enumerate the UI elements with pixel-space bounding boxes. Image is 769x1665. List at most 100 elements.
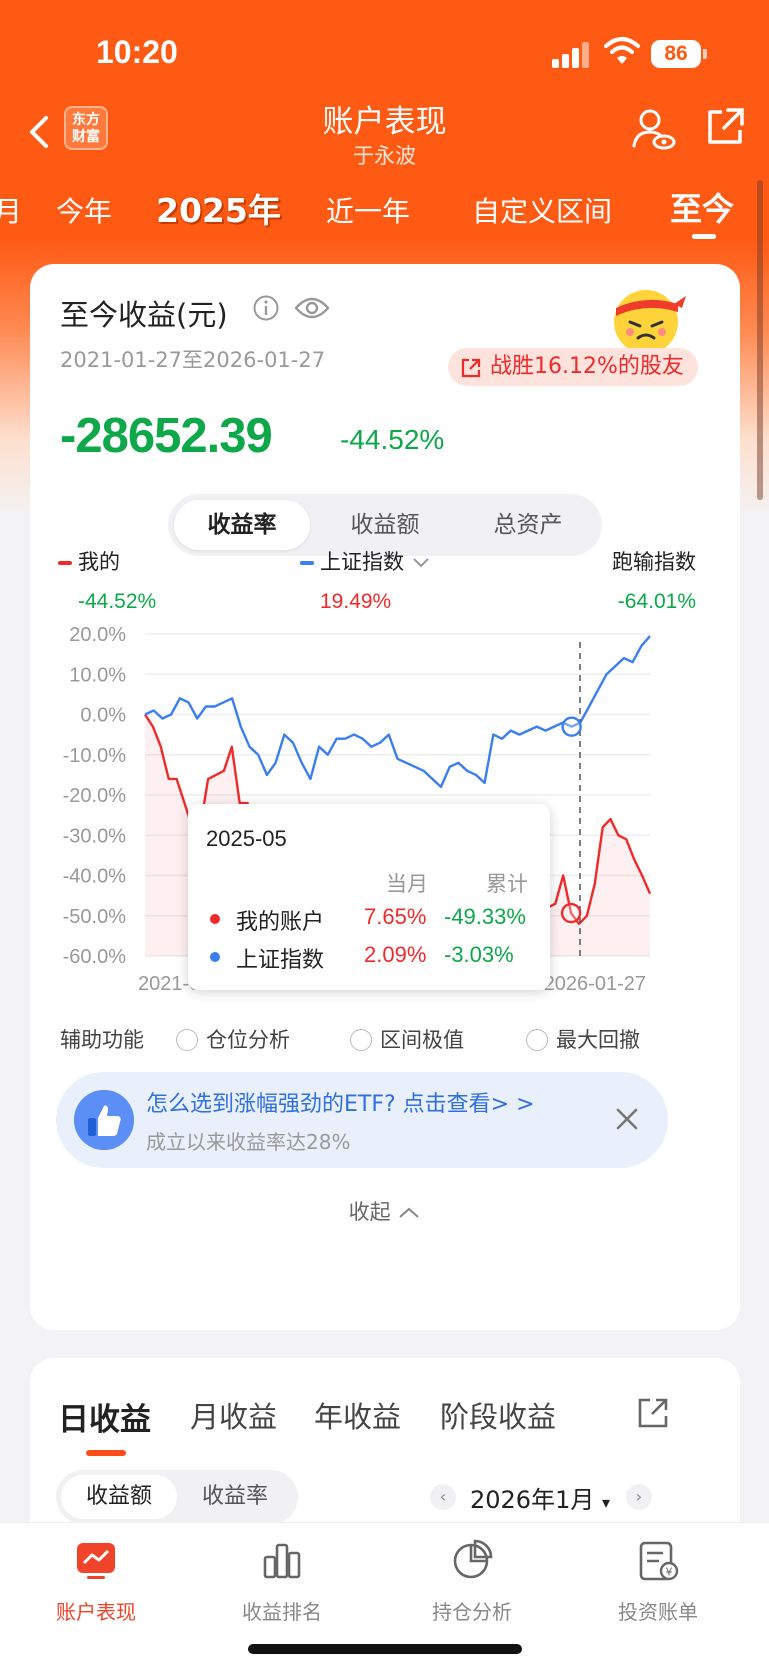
legend-outperform-label: 跑输指数 <box>612 550 696 574</box>
status-bar: 10:20 86 <box>0 0 769 90</box>
y-tick-label: -10.0% <box>63 745 127 767</box>
legend-outperform-value: -64.01% <box>617 590 696 613</box>
tooltip-name-mine: 我的账户 <box>236 910 325 935</box>
legend-index-swatch <box>300 561 314 565</box>
chevron-up-icon <box>399 1207 420 1218</box>
performance-card: 至今收益(元) 2021-01-27至2026-01-27 战胜16.12%的股… <box>30 264 740 1330</box>
chart-tooltip: 2025-05 当月 累计 我的账户 7.65% -49.33% 上证指数 2.… <box>188 804 550 990</box>
legend-mine-value: -44.52% <box>78 590 157 613</box>
tooltip-cumulative-header: 累计 <box>486 872 528 896</box>
y-tick-label: -40.0% <box>63 866 127 888</box>
signal-icon <box>552 40 592 68</box>
legend-mine: 我的 -44.52% <box>58 546 156 614</box>
tooltip-dot-mine <box>210 914 220 924</box>
profit-title: 至今收益(元) <box>60 298 228 332</box>
y-tick-label: 10.0% <box>69 664 126 686</box>
profit-toggle: 收益额 收益率 <box>56 1470 298 1524</box>
legend-index-label: 上证指数 <box>320 550 404 574</box>
tab-daily-profit[interactable]: 日收益 <box>58 1394 151 1439</box>
prev-month-button[interactable]: ‹ <box>430 1484 456 1510</box>
export-icon[interactable] <box>636 1396 670 1430</box>
beat-peers-badge[interactable]: 战胜16.12%的股友 <box>448 348 698 386</box>
metric-tab-amount[interactable]: 收益额 <box>317 500 453 550</box>
legend-mine-label: 我的 <box>78 550 120 574</box>
tooltip-month-index: 2.09% <box>364 942 427 967</box>
total-profit-rate: -44.52% <box>340 424 445 455</box>
aux-position-analysis[interactable]: 仓位分析 <box>176 1024 290 1054</box>
aux-option-label: 仓位分析 <box>206 1028 290 1052</box>
tab-month[interactable]: 月 <box>0 190 22 230</box>
metric-tab-rate[interactable]: 收益率 <box>174 500 310 550</box>
next-month-button[interactable]: › <box>626 1484 652 1510</box>
tooltip-name-index: 上证指数 <box>236 948 325 973</box>
eye-icon[interactable] <box>294 294 330 322</box>
share-small-icon <box>461 358 481 378</box>
caret-down-icon: ▾ <box>602 1493 611 1512</box>
beat-peers-text: 战胜16.12%的股友 <box>490 354 684 379</box>
user-view-icon[interactable] <box>630 106 676 152</box>
nav-label: 投资账单 <box>618 1600 698 1624</box>
aux-option-label: 最大回撤 <box>556 1028 640 1052</box>
metric-tab-assets[interactable]: 总资产 <box>460 500 596 550</box>
bar-chart-icon <box>263 1543 301 1579</box>
nav-investment-bill[interactable]: ¥ 投资账单 <box>588 1537 728 1625</box>
series-line-index <box>144 635 651 789</box>
nav-holding-analysis[interactable]: 持仓分析 <box>402 1537 542 1625</box>
collapse-button[interactable]: 收起 <box>30 1196 740 1226</box>
month-value: 2026年1月 <box>470 1486 595 1514</box>
highlight-point-mine <box>560 902 582 924</box>
scrollbar[interactable] <box>757 180 763 500</box>
tooltip-row-index: 上证指数 2.09% -3.03% <box>206 942 536 973</box>
close-icon[interactable] <box>614 1106 640 1132</box>
tab-monthly-profit[interactable]: 月收益 <box>190 1394 277 1436</box>
nav-bar: 东方 财富 账户表现 于永波 <box>0 92 769 168</box>
tab-yearly-profit[interactable]: 年收益 <box>314 1394 401 1436</box>
tooltip-month-header: 当月 <box>386 872 428 896</box>
toggle-amount[interactable]: 收益额 <box>61 1475 177 1519</box>
home-indicator <box>248 1644 522 1654</box>
svg-text:¥: ¥ <box>666 1566 673 1579</box>
etf-promo-banner[interactable]: 怎么选到涨幅强劲的ETF? 点击查看> > 成立以来收益率达28% <box>56 1072 668 1168</box>
tooltip-cum-mine: -49.33% <box>444 904 526 929</box>
aux-label: 辅助功能 <box>60 1028 144 1052</box>
battery-cap-icon <box>703 49 707 59</box>
legend-index-value: 19.49% <box>320 590 392 613</box>
period-tabs: 月 今年 2025年 近一年 自定义区间 至今 <box>0 182 769 242</box>
y-tick-label: 0.0% <box>80 705 126 727</box>
info-icon[interactable] <box>252 294 280 322</box>
chevron-down-icon <box>412 558 429 568</box>
toggle-rate[interactable]: 收益率 <box>177 1475 293 1519</box>
nav-label: 账户表现 <box>56 1600 136 1624</box>
date-range: 2021-01-27至2026-01-27 <box>60 348 326 372</box>
aux-max-drawdown[interactable]: 最大回撤 <box>526 1024 640 1054</box>
y-tick-label: -50.0% <box>63 906 127 928</box>
tooltip-cum-index: -3.03% <box>444 942 514 967</box>
nav-account-performance[interactable]: 账户表现 <box>26 1537 166 1625</box>
battery-indicator: 86 <box>651 40 701 68</box>
aux-range-extremes[interactable]: 区间极值 <box>350 1024 464 1054</box>
chart-screen-icon <box>77 1543 115 1579</box>
radio-icon <box>176 1029 198 1051</box>
y-tick-label: -30.0% <box>63 825 127 847</box>
total-profit-amount: -28652.39 <box>60 409 273 463</box>
nav-profit-ranking[interactable]: 收益排名 <box>212 1537 352 1625</box>
bill-icon: ¥ <box>639 1541 679 1581</box>
status-time: 10:20 <box>96 34 178 70</box>
tab-last-year[interactable]: 近一年 <box>326 190 410 230</box>
collapse-label: 收起 <box>348 1200 391 1224</box>
tooltip-row-mine: 我的账户 7.65% -49.33% <box>206 904 536 935</box>
tab-stage-profit[interactable]: 阶段收益 <box>440 1394 556 1436</box>
tab-custom-range[interactable]: 自定义区间 <box>472 190 612 230</box>
month-dropdown[interactable]: 2026年1月 ▾ <box>470 1480 610 1515</box>
legend-index[interactable]: 上证指数 19.49% <box>300 546 431 614</box>
thumbs-up-icon <box>74 1090 134 1150</box>
share-icon[interactable] <box>704 106 746 148</box>
tab-this-year[interactable]: 今年 <box>56 190 112 230</box>
tab-2025[interactable]: 2025年 <box>156 184 281 232</box>
highlight-point-index <box>561 716 582 737</box>
y-tick-label: -20.0% <box>63 785 127 807</box>
y-tick-label: -60.0% <box>63 946 127 968</box>
tab-since-inception[interactable]: 至今 <box>670 184 734 230</box>
tab-underline <box>692 234 716 239</box>
legend-outperform: 跑输指数 -64.01% <box>570 546 696 614</box>
